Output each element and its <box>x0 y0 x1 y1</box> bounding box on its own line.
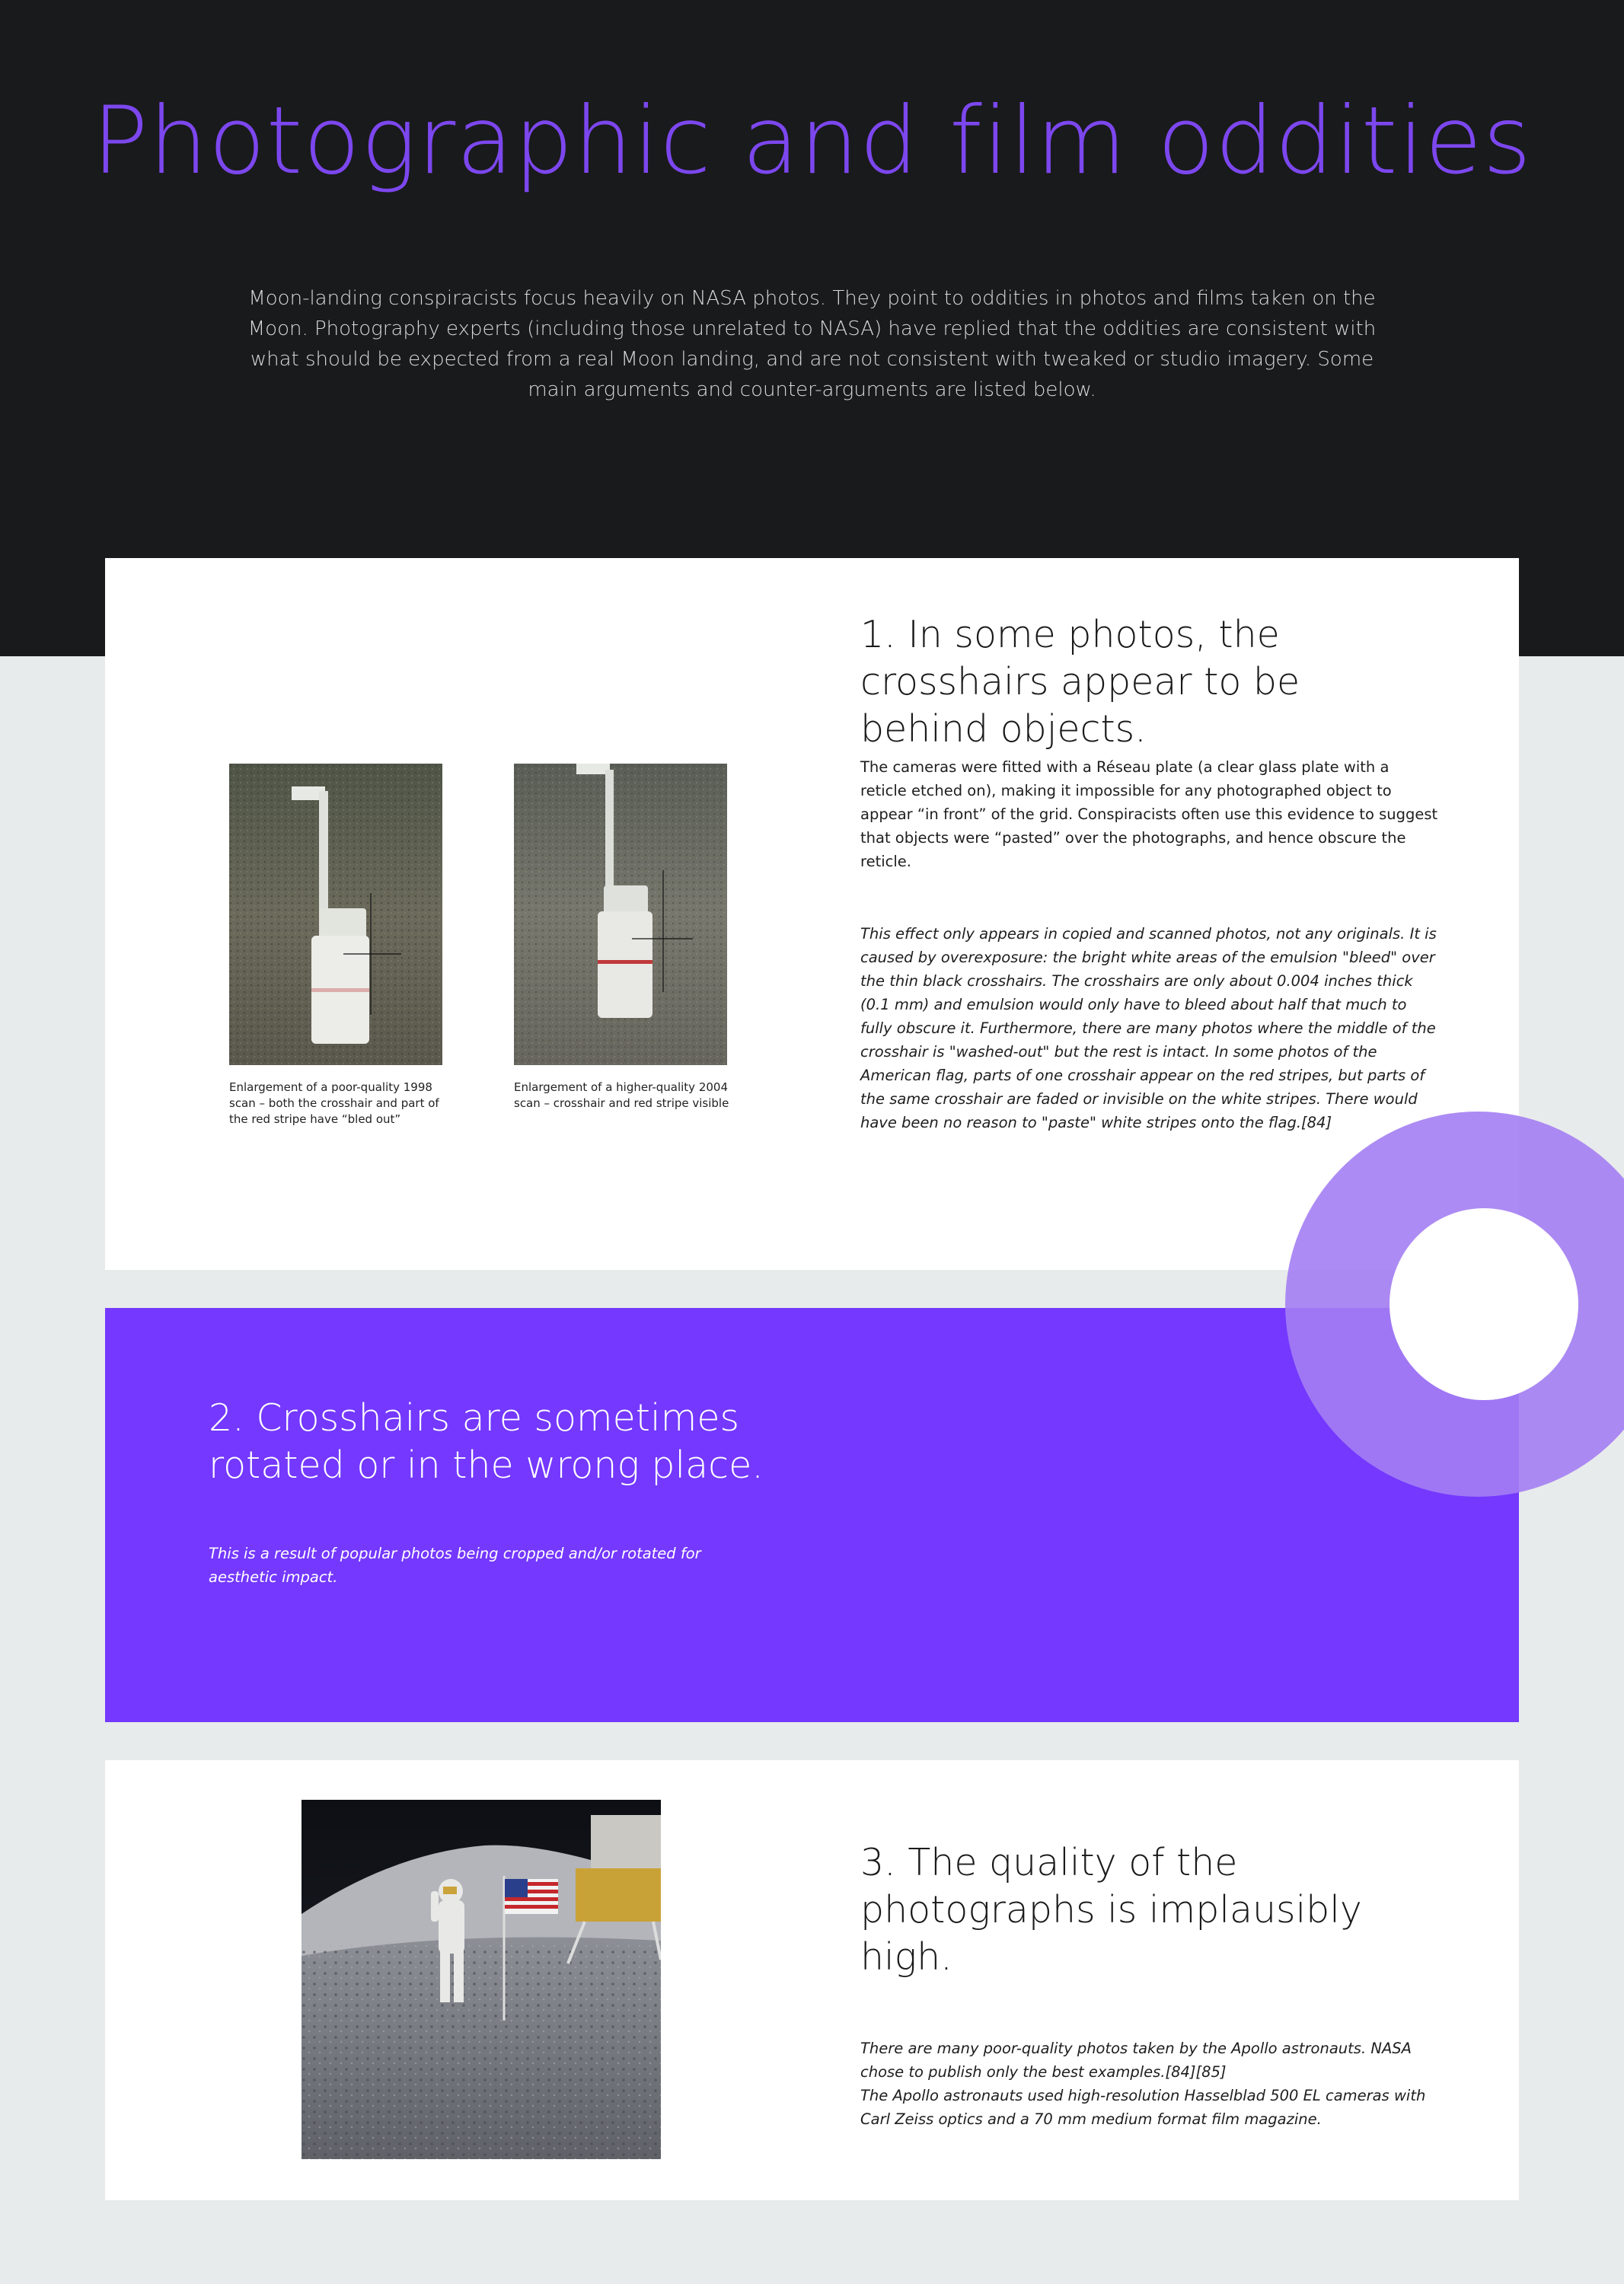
intro-paragraph: Moon-landing conspiracists focus heavily… <box>247 287 1377 401</box>
photo-astronaut-flag <box>302 1800 661 2159</box>
section-3-response: There are many poor-quality photos taken… <box>860 2037 1439 2131</box>
section-2-response: This is a result of popular photos being… <box>209 1545 701 1586</box>
section-1-heading: 1. In some photos, the crosshairs appear… <box>860 613 1300 751</box>
section-3-heading: 3. The quality of the photographs is imp… <box>860 1841 1362 1979</box>
caption-2004-scan: Enlargement of a higher-quality 2004 sca… <box>514 1080 729 1110</box>
photo-1998-scan <box>229 764 442 1065</box>
section-3-response-1: There are many poor-quality photos taken… <box>860 2040 1412 2081</box>
photo-2004-scan <box>514 764 727 1065</box>
page-title: Photographic and film oddities <box>91 87 1533 195</box>
section-1-claim: The cameras were fitted with a Réseau pl… <box>860 758 1438 870</box>
caption-1998-scan: Enlargement of a poor-quality 1998 scan … <box>229 1080 439 1126</box>
section-1-response: This effect only appears in copied and s… <box>860 925 1437 1131</box>
decorative-ring-center <box>1389 1208 1578 1400</box>
section-3-response-2: The Apollo astronauts used high-resoluti… <box>860 2087 1426 2128</box>
section-2-heading: 2. Crosshairs are sometimes rotated or i… <box>209 1396 764 1487</box>
